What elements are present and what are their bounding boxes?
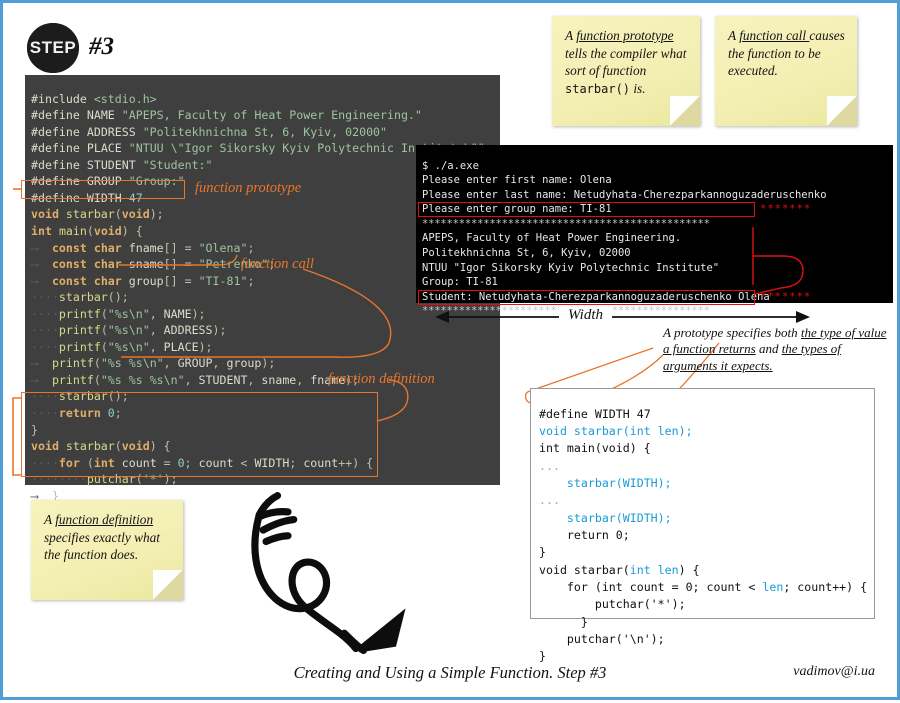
terminal-side-stars-bottom: *******	[760, 291, 812, 303]
white-code-panel: #define WIDTH 47 void starbar(int len); …	[530, 388, 875, 663]
highlight-box-prototype	[21, 180, 185, 199]
author-email: vadimov@i.ua	[793, 664, 875, 679]
note-call: A function call causes the function to b…	[715, 16, 857, 126]
step-number: #3	[89, 33, 114, 60]
step-badge: STEP	[27, 23, 79, 73]
highlight-box-definition	[21, 392, 378, 477]
note-corner-curl	[827, 96, 857, 126]
note-prototype-text: A function prototype tells the compiler …	[565, 28, 687, 96]
slide-caption: Creating and Using a Simple Function. St…	[293, 663, 607, 682]
note-corner-curl	[153, 570, 183, 600]
terminal-side-stars-top: *******	[760, 203, 812, 215]
note-definition: A function definition specifies exactly …	[31, 500, 183, 600]
slide-page: STEP #3 #include <stdio.h> #define NAME …	[0, 0, 900, 700]
width-label: Width	[559, 307, 613, 324]
terminal-star-box-bottom	[418, 290, 755, 305]
note-definition-text: A function definition specifies exactly …	[44, 512, 160, 562]
step-badge-label: STEP	[29, 38, 77, 57]
decorative-curly-arrow-icon	[251, 492, 406, 655]
note-prototype: A function prototype tells the compiler …	[552, 16, 700, 126]
note-corner-curl	[670, 96, 700, 126]
note-call-text: A function call causes the function to b…	[728, 28, 845, 78]
terminal-panel: $ ./a.exe Please enter first name: Olena…	[416, 145, 893, 317]
prototype-explanation: A prototype specifies both the type of v…	[663, 325, 887, 373]
terminal-star-box-top	[418, 202, 755, 217]
annotation-function-prototype: function prototype	[195, 180, 302, 196]
annotation-function-call: function call	[241, 256, 314, 272]
white-panel-code: #define WIDTH 47 void starbar(int len); …	[539, 406, 868, 664]
annotation-function-definition: function definition	[328, 371, 435, 387]
